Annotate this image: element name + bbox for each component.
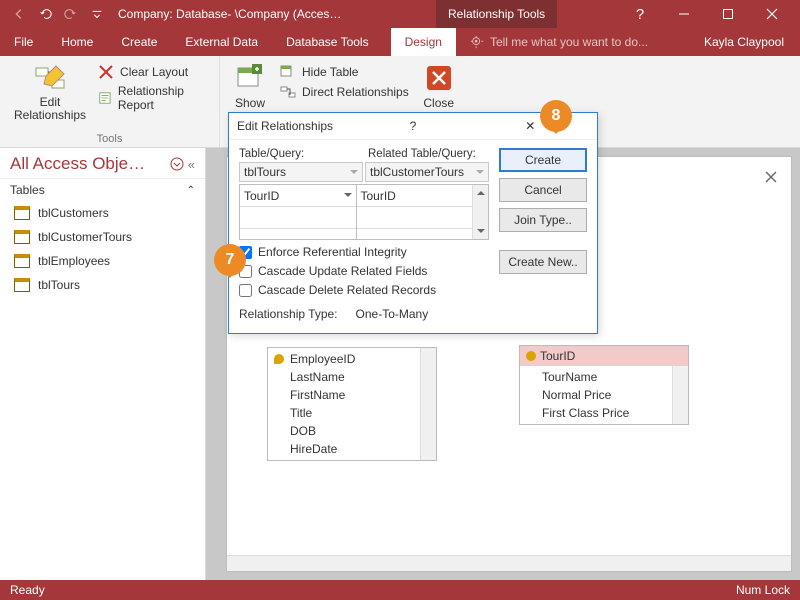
grid-cell-empty[interactable] (240, 207, 356, 229)
relationship-report-button[interactable]: Relationship Report (98, 84, 209, 112)
titlebar: Company: Database- \Company (Acces… ? (0, 0, 800, 28)
field-firstclassprice[interactable]: First Class Price (520, 404, 688, 422)
label-related-table: Related Table/Query: (368, 148, 489, 160)
field-employeeid[interactable]: EmployeeID (268, 350, 436, 368)
label-enforce-integrity: Enforce Referential Integrity (258, 245, 407, 259)
field-lastname[interactable]: LastName (268, 368, 436, 386)
tab-design[interactable]: Design (391, 28, 456, 56)
combo-table-right[interactable]: tblCustomerTours (365, 162, 489, 182)
grid-cell-left-field[interactable]: TourID (240, 185, 356, 207)
close-document-icon[interactable] (765, 171, 777, 183)
canvas-hscroll[interactable] (227, 555, 791, 571)
table-header-tours[interactable]: TourID (520, 346, 688, 366)
table-window-tours[interactable]: TourID TourName Normal Price First Class… (519, 345, 689, 425)
clear-layout-button[interactable]: Clear Layout (98, 64, 209, 80)
redo-icon[interactable] (59, 3, 83, 25)
create-button[interactable]: Create (499, 148, 587, 172)
ribbon-group-tools: Tools (8, 131, 211, 145)
nav-item-tblcustomertours[interactable]: tblCustomerTours (0, 225, 205, 249)
navigation-pane: All Access Obje… « Tables ⌃ tblCustomers… (0, 148, 206, 580)
label-relationship-type: Relationship Type: (239, 307, 338, 321)
table-window-employees[interactable]: EmployeeID LastName FirstName Title DOB … (267, 347, 437, 461)
dialog-close-icon[interactable]: ✕ (472, 119, 589, 133)
table-icon (14, 278, 30, 292)
grid-scrollbar[interactable] (472, 185, 488, 239)
status-ready: Ready (10, 583, 45, 597)
field-dob[interactable]: DOB (268, 422, 436, 440)
nav-section-tables[interactable]: Tables (10, 183, 45, 197)
edit-relationships-button[interactable]: EditRelationships (8, 60, 92, 124)
field-firstname[interactable]: FirstName (268, 386, 436, 404)
callout-8: 8 (540, 100, 572, 132)
label-cascade-update: Cascade Update Related Fields (258, 264, 427, 278)
maximize-icon[interactable] (706, 0, 750, 28)
section-toggle-icon[interactable]: ⌃ (187, 185, 195, 196)
grid-cell-right-field[interactable]: TourID (357, 185, 473, 207)
qat-customize-icon[interactable] (85, 3, 109, 25)
field-normalprice[interactable]: Normal Price (520, 386, 688, 404)
undo-icon[interactable] (33, 3, 57, 25)
nav-item-tblcustomers[interactable]: tblCustomers (0, 201, 205, 225)
field-tourname[interactable]: TourName (520, 368, 688, 386)
create-new-button[interactable]: Create New.. (499, 250, 587, 274)
tab-database-tools[interactable]: Database Tools (272, 28, 383, 56)
status-numlock: Num Lock (736, 583, 790, 597)
nav-back-icon[interactable] (7, 3, 31, 25)
dialog-title: Edit Relationships (237, 119, 354, 133)
hide-table-button[interactable]: Hide Table (280, 64, 409, 80)
label-cascade-delete: Cascade Delete Related Records (258, 283, 436, 297)
checkbox-cascade-delete[interactable] (239, 284, 252, 297)
context-tab-relationship-tools: Relationship Tools (436, 0, 557, 28)
minimize-icon[interactable] (662, 0, 706, 28)
join-type-button[interactable]: Join Type.. (499, 208, 587, 232)
dropdown-icon[interactable] (344, 193, 352, 201)
direct-relationships-button[interactable]: Direct Relationships (280, 84, 409, 100)
table-icon (14, 230, 30, 244)
field-grid: TourID TourID (239, 184, 489, 240)
nav-item-tbltours[interactable]: tblTours (0, 273, 205, 297)
combo-table-left[interactable]: tblTours (239, 162, 363, 182)
dialog-help-icon[interactable]: ? (354, 119, 471, 133)
tab-external-data[interactable]: External Data (171, 28, 272, 56)
edit-relationships-dialog: Edit Relationships ? ✕ Table/Query: Rela… (228, 112, 598, 334)
key-icon (526, 351, 536, 361)
table-icon (14, 206, 30, 220)
nav-header[interactable]: All Access Obje… (10, 154, 145, 174)
nav-dropdown-icon[interactable] (170, 157, 184, 172)
nav-collapse-icon[interactable]: « (188, 157, 195, 172)
tell-me-placeholder: Tell me what you want to do... (490, 35, 648, 49)
ribbon-tabs: File Home Create External Data Database … (0, 28, 800, 56)
close-relationships-button[interactable]: Close (417, 60, 461, 112)
tell-me-search[interactable]: Tell me what you want to do... (456, 28, 688, 56)
callout-7: 7 (214, 244, 246, 276)
edit-relationships-label: EditRelationships (14, 96, 86, 122)
tab-home[interactable]: Home (47, 28, 107, 56)
table-icon (14, 254, 30, 268)
grid-cell-empty[interactable] (357, 207, 473, 229)
tab-create[interactable]: Create (107, 28, 171, 56)
table-scrollbar[interactable] (672, 366, 688, 424)
value-relationship-type: One-To-Many (356, 307, 429, 321)
nav-item-tblemployees[interactable]: tblEmployees (0, 249, 205, 273)
field-title[interactable]: Title (268, 404, 436, 422)
show-table-button[interactable]: Show (228, 60, 272, 112)
table-scrollbar[interactable] (420, 348, 436, 460)
status-bar: Ready Num Lock (0, 580, 800, 600)
close-icon[interactable] (750, 0, 794, 28)
user-name[interactable]: Kayla Claypool (688, 28, 800, 56)
field-hiredate[interactable]: HireDate (268, 440, 436, 458)
help-icon[interactable]: ? (618, 0, 662, 28)
tab-file[interactable]: File (0, 28, 47, 56)
label-table-query: Table/Query: (239, 148, 360, 160)
cancel-button[interactable]: Cancel (499, 178, 587, 202)
